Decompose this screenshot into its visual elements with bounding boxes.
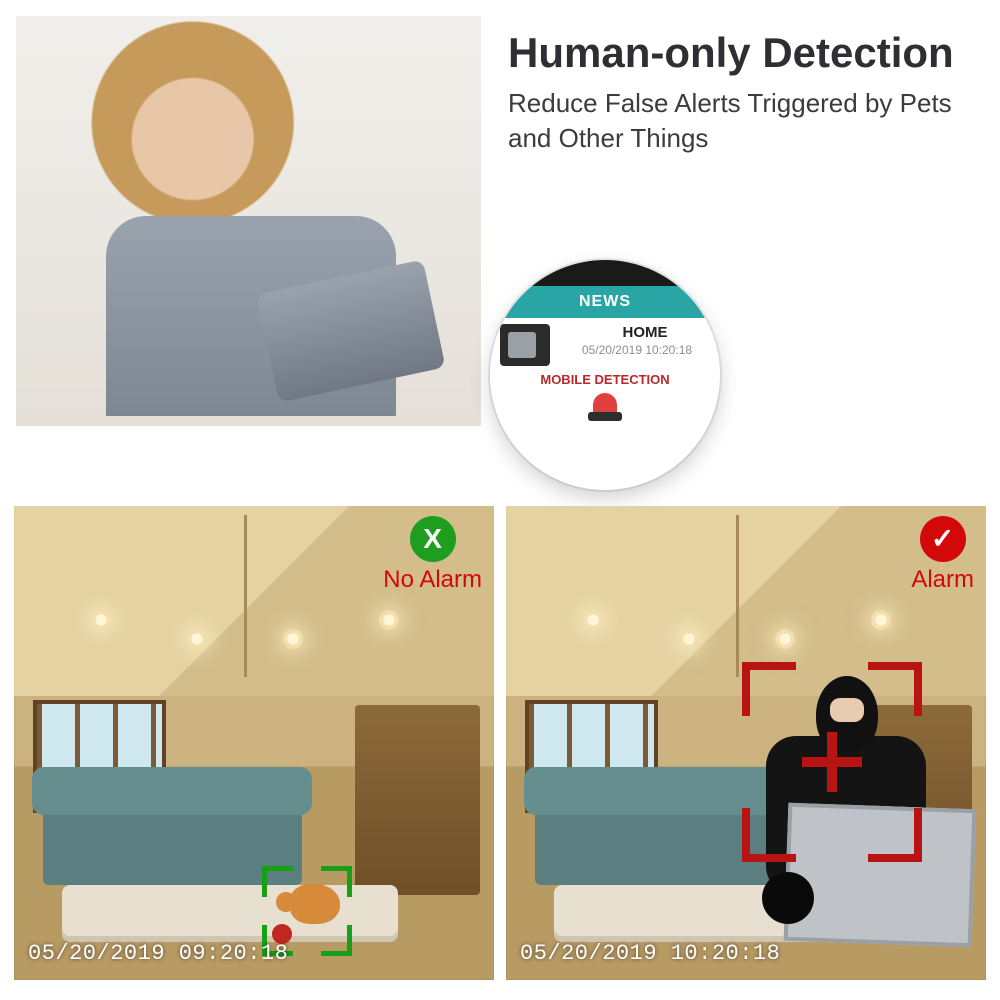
- hero-photo-woman-phone: [16, 16, 481, 426]
- notification-type: MOBILE DETECTION: [490, 372, 720, 387]
- notification-timestamp: 05/20/2019 10:20:18: [558, 343, 710, 357]
- notification-meta: HOME 05/20/2019 10:20:18: [558, 324, 710, 357]
- headline-block: Human-only Detection Reduce False Alerts…: [508, 30, 978, 156]
- notification-thumbnail: [500, 324, 550, 366]
- camera-timestamp-left: 05/20/2019 09:20:18: [28, 941, 288, 966]
- status-no-alarm: X No Alarm: [383, 516, 482, 594]
- siren-icon: [588, 393, 622, 421]
- camera-timestamp-right: 05/20/2019 10:20:18: [520, 941, 780, 966]
- marketing-graphic: Human-only Detection Reduce False Alerts…: [0, 0, 1000, 1000]
- status-alarm: ✓ Alarm: [911, 516, 974, 594]
- bubble-top-strip: [490, 260, 720, 286]
- check-icon: ✓: [920, 516, 966, 562]
- panel-no-alarm: X No Alarm 05/20/2019 09:20:18: [14, 506, 494, 980]
- status-label-no-alarm: No Alarm: [383, 566, 482, 594]
- panel-alarm: ✓ Alarm 05/20/2019 10:20:18: [506, 506, 986, 980]
- headline-subtitle: Reduce False Alerts Triggered by Pets an…: [508, 86, 978, 156]
- news-banner: NEWS: [490, 286, 720, 318]
- headline-title: Human-only Detection: [508, 30, 978, 76]
- cat-icon: [290, 884, 340, 924]
- notification-row: HOME 05/20/2019 10:20:18: [490, 318, 720, 366]
- crosshair-icon: [802, 732, 862, 792]
- notification-location: HOME: [558, 324, 710, 341]
- status-label-alarm: Alarm: [911, 566, 974, 594]
- notification-bubble: NEWS HOME 05/20/2019 10:20:18 MOBILE DET…: [490, 260, 720, 490]
- x-icon: X: [410, 516, 456, 562]
- detection-bracket-human: [742, 662, 922, 862]
